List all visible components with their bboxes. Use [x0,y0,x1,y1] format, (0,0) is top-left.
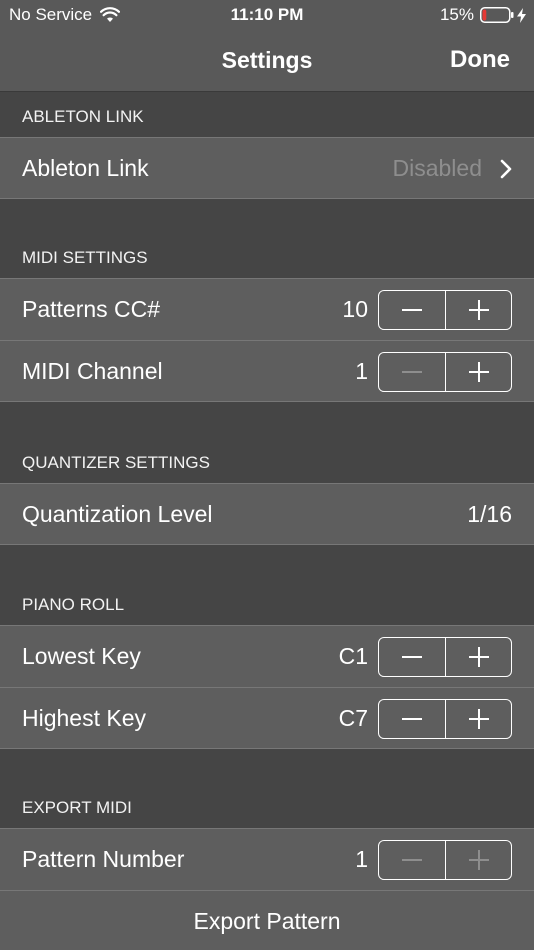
section-header-ableton-link: ABLETON LINK [22,107,144,126]
patterns-cc-value: 10 [342,296,368,322]
pattern-number-label: Pattern Number [22,846,185,872]
section-header-midi-settings: MIDI SETTINGS [22,248,148,267]
lowest-key-value: C1 [338,643,368,669]
battery-icon [480,7,514,23]
plus-icon [468,850,489,870]
lowest-key-stepper [378,637,512,677]
export-pattern-button[interactable]: Export Pattern [0,908,534,935]
midi-channel-label: MIDI Channel [22,358,163,384]
quantization-level-value: 1/16 [467,501,512,527]
ableton-link-label: Ableton Link [22,155,149,181]
patterns-cc-row: Patterns CC# 10 [0,278,534,340]
plus-icon [468,362,489,382]
lowest-key-row: Lowest Key C1 [0,625,534,687]
plus-icon [468,709,489,729]
quantization-level-label: Quantization Level [22,501,213,527]
minus-icon [402,718,422,720]
charging-bolt-icon [517,7,526,23]
status-bar: No Service 11:10 PM 15% [0,0,534,32]
highest-key-decrement-button[interactable] [379,700,445,738]
chevron-right-icon [500,159,512,179]
section-header-export-midi: EXPORT MIDI [22,798,132,817]
midi-channel-row: MIDI Channel 1 [0,340,534,402]
highest-key-label: Highest Key [22,705,147,731]
highest-key-increment-button[interactable] [445,700,511,738]
quantization-level-row[interactable]: Quantization Level 1/16 [0,483,534,545]
minus-icon [402,859,422,861]
battery-fill [482,9,487,21]
highest-key-value: C7 [338,705,368,731]
midi-channel-decrement-button[interactable] [379,353,445,391]
midi-channel-stepper [378,352,512,392]
highest-key-row: Highest Key C7 [0,687,534,749]
battery-percent: 15% [439,5,474,24]
pattern-number-decrement-button[interactable] [379,841,445,879]
settings-screen: No Service 11:10 PM 15% Settings Done AB… [0,0,534,950]
patterns-cc-increment-button[interactable] [445,291,511,329]
lowest-key-decrement-button[interactable] [379,638,445,676]
lowest-key-increment-button[interactable] [445,638,511,676]
plus-icon [468,647,489,667]
navigation-bar: Settings Done [0,32,534,92]
minus-icon [402,309,422,311]
midi-channel-value: 1 [355,358,368,384]
pattern-number-value: 1 [355,846,368,872]
highest-key-stepper [378,699,512,739]
midi-channel-increment-button[interactable] [445,353,511,391]
status-right: 15% [440,5,526,25]
export-pattern-row[interactable]: Export Pattern [0,890,534,950]
ableton-link-value: Disabled [392,155,483,181]
ableton-link-row[interactable]: Ableton Link Disabled [0,137,534,199]
lowest-key-label: Lowest Key [22,643,141,669]
minus-icon [402,656,422,658]
pattern-number-row: Pattern Number 1 [0,828,534,890]
patterns-cc-label: Patterns CC# [22,296,161,322]
pattern-number-stepper [378,840,512,880]
section-header-piano-roll: PIANO ROLL [22,595,125,614]
patterns-cc-stepper [378,290,512,330]
patterns-cc-decrement-button[interactable] [379,291,445,329]
section-header-quantizer-settings: QUANTIZER SETTINGS [22,453,210,472]
pattern-number-increment-button[interactable] [445,841,511,879]
done-button[interactable]: Done [450,46,510,74]
minus-icon [402,371,422,373]
plus-icon [468,300,489,320]
